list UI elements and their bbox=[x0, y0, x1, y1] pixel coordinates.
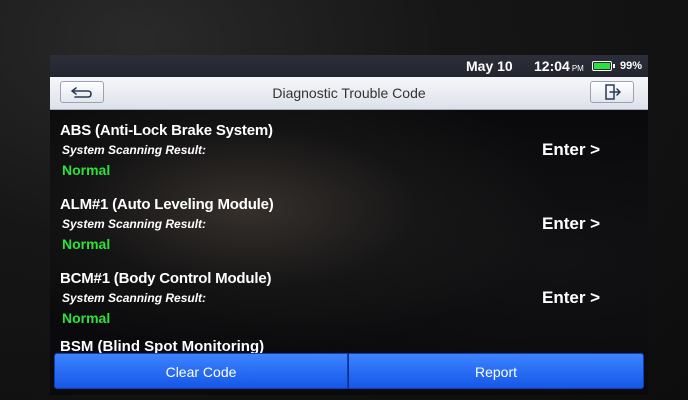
status-ampm: PM bbox=[571, 64, 584, 73]
clear-code-button[interactable]: Clear Code bbox=[54, 353, 348, 389]
system-name: ALM#1 (Auto Leveling Module) bbox=[60, 196, 274, 213]
status-time: 12:04 PM bbox=[534, 58, 584, 74]
status-date: May 10 bbox=[466, 58, 513, 74]
enter-button[interactable]: Enter > bbox=[542, 288, 600, 308]
battery-fill bbox=[594, 63, 610, 69]
scan-result-label: System Scanning Result: bbox=[62, 143, 207, 157]
battery-percent: 99% bbox=[620, 60, 643, 72]
page-title: Diagnostic Trouble Code bbox=[272, 85, 426, 101]
battery-icon bbox=[592, 61, 615, 71]
exit-icon bbox=[605, 84, 621, 100]
scan-result-status: Normal bbox=[62, 236, 111, 252]
status-bar: May 10 12:04 PM 99% bbox=[50, 55, 648, 77]
list-item[interactable]: BCM#1 (Body Control Module) System Scann… bbox=[50, 258, 648, 332]
list-item[interactable]: ALM#1 (Auto Leveling Module) System Scan… bbox=[50, 184, 648, 258]
title-bar: Diagnostic Trouble Code bbox=[50, 77, 648, 110]
enter-button[interactable]: Enter > bbox=[542, 140, 600, 160]
enter-button[interactable]: Enter > bbox=[542, 214, 600, 234]
scan-result-status: Normal bbox=[62, 162, 111, 178]
list-item[interactable]: ABS (Anti-Lock Brake System) System Scan… bbox=[50, 110, 648, 184]
status-time-value: 12:04 bbox=[534, 58, 570, 74]
report-button[interactable]: Report bbox=[348, 353, 644, 389]
scan-result-status: Normal bbox=[62, 310, 111, 326]
device-screen: May 10 12:04 PM 99% Diagnostic Trouble Co… bbox=[50, 55, 648, 395]
exit-button[interactable] bbox=[590, 81, 634, 103]
system-name: BCM#1 (Body Control Module) bbox=[60, 270, 272, 287]
system-name: ABS (Anti-Lock Brake System) bbox=[60, 122, 273, 139]
scan-result-label: System Scanning Result: bbox=[62, 291, 207, 305]
bottom-button-bar: Clear Code Report bbox=[50, 353, 648, 389]
scan-result-label: System Scanning Result: bbox=[62, 217, 207, 231]
